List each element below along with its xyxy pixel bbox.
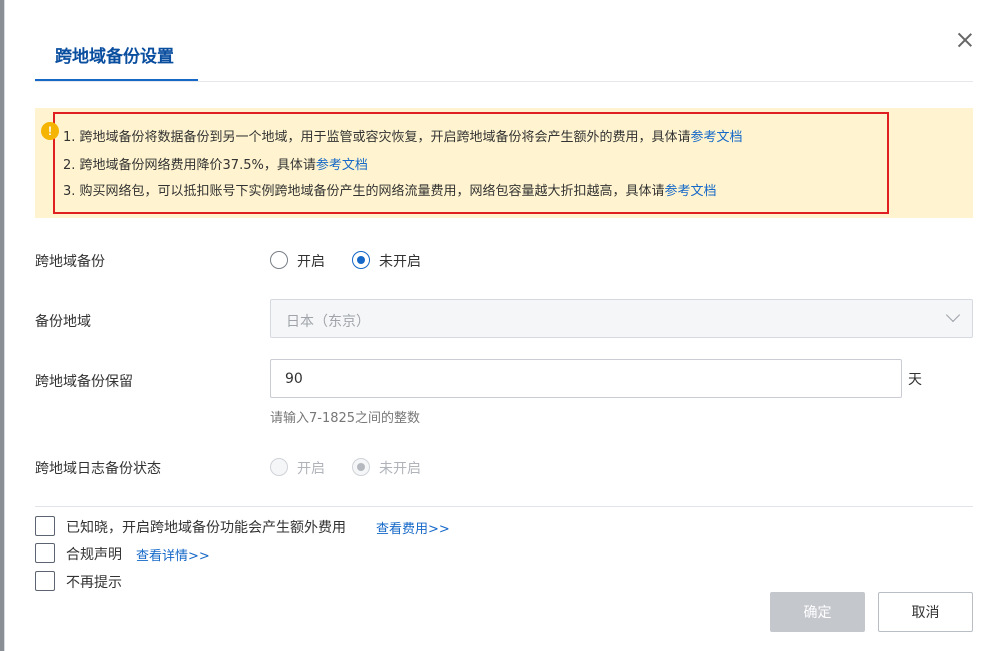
tab-cross-region-backup-settings[interactable]: 跨地域备份设置 bbox=[55, 42, 174, 67]
cross-region-backup-on-radio[interactable] bbox=[270, 251, 288, 269]
notice-banner: ! 1. 跨地域备份将数据备份到另一个地域，用于监管或容灾恢复，开启跨地域备份将… bbox=[35, 108, 973, 218]
view-fee-link[interactable]: 查看费用>> bbox=[376, 518, 450, 537]
chevron-down-icon bbox=[945, 307, 961, 323]
cross-region-backup-off-radio[interactable] bbox=[352, 251, 370, 269]
backup-region-value: 日本（东京） bbox=[286, 314, 370, 330]
cancel-button[interactable]: 取消 bbox=[878, 592, 973, 632]
warning-icon: ! bbox=[41, 122, 59, 140]
log-backup-status-label: 跨地域日志备份状态 bbox=[35, 461, 161, 477]
notice-line-1-text: 1. 跨地域备份将数据备份到另一个地域，用于监管或容灾恢复，开启跨地域备份将会产… bbox=[63, 130, 691, 145]
acknowledge-fee-label[interactable]: 已知晓，开启跨地域备份功能会产生额外费用 bbox=[66, 517, 346, 537]
notice-line-1: 1. 跨地域备份将数据备份到另一个地域，用于监管或容灾恢复，开启跨地域备份将会产… bbox=[63, 126, 743, 145]
notice-line-1-link[interactable]: 参考文档 bbox=[691, 130, 743, 145]
close-icon[interactable] bbox=[955, 30, 975, 50]
acknowledge-fee-checkbox[interactable] bbox=[35, 516, 55, 536]
log-backup-off-label: 未开启 bbox=[379, 461, 421, 477]
retention-label: 跨地域备份保留 bbox=[35, 374, 133, 390]
compliance-checkbox[interactable] bbox=[35, 543, 55, 563]
cross-region-backup-off-label[interactable]: 未开启 bbox=[379, 251, 421, 271]
notice-line-3-text: 3. 购买网络包，可以抵扣账号下实例跨地域备份产生的网络流量费用，网络包容量越大… bbox=[63, 184, 665, 199]
log-backup-on-radio bbox=[270, 458, 288, 476]
compliance-label[interactable]: 合规声明 bbox=[66, 544, 122, 564]
confirm-button[interactable]: 确定 bbox=[770, 592, 865, 632]
notice-line-3: 3. 购买网络包，可以抵扣账号下实例跨地域备份产生的网络流量费用，网络包容量越大… bbox=[63, 180, 717, 199]
cross-region-backup-dialog: 跨地域备份设置 ! 1. 跨地域备份将数据备份到另一个地域，用于监管或容灾恢复，… bbox=[4, 0, 1002, 651]
notice-line-3-link[interactable]: 参考文档 bbox=[665, 184, 717, 199]
log-backup-on-label: 开启 bbox=[297, 461, 325, 477]
log-backup-off-radio bbox=[352, 458, 370, 476]
notice-line-2-link[interactable]: 参考文档 bbox=[316, 158, 368, 173]
retention-unit: 天 bbox=[908, 372, 922, 388]
cross-region-backup-on-label[interactable]: 开启 bbox=[297, 251, 325, 271]
retention-days-input[interactable] bbox=[270, 359, 902, 398]
backup-region-label: 备份地域 bbox=[35, 314, 91, 330]
backup-region-select: 日本（东京） bbox=[270, 299, 973, 338]
view-details-link[interactable]: 查看详情>> bbox=[136, 545, 210, 564]
form-divider bbox=[35, 506, 973, 507]
retention-hint: 请输入7-1825之间的整数 bbox=[270, 411, 421, 426]
notice-line-2: 2. 跨地域备份网络费用降价37.5%，具体请参考文档 bbox=[63, 154, 368, 173]
dont-show-again-label[interactable]: 不再提示 bbox=[66, 572, 122, 592]
cross-region-backup-label: 跨地域备份 bbox=[35, 254, 105, 270]
tab-divider bbox=[35, 81, 973, 82]
notice-line-2-text: 2. 跨地域备份网络费用降价37.5%，具体请 bbox=[63, 158, 316, 173]
dont-show-again-checkbox[interactable] bbox=[35, 571, 55, 591]
